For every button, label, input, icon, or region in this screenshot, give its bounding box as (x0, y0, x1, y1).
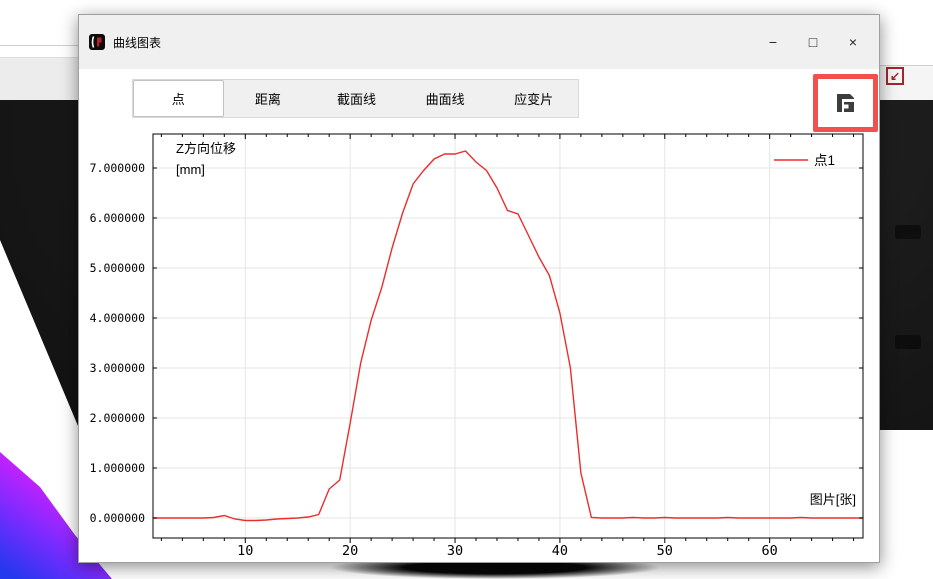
y-tick-label: 2.000000 (90, 411, 145, 425)
screen: ↙ 曲线图表 − □ × 点 距离 截面线 曲面线 应变片 (0, 0, 933, 579)
jump-arrow-icon[interactable]: ↙ (886, 67, 904, 85)
y-tick-label: 4.000000 (90, 311, 145, 325)
close-button[interactable]: × (833, 27, 873, 57)
x-tick-label: 60 (762, 543, 778, 559)
y-tick-label: 1.000000 (90, 461, 145, 475)
x-tick-label: 10 (237, 543, 253, 559)
y-tick-label: 6.000000 (90, 211, 145, 225)
y-tick-label: 0.000000 (90, 511, 145, 525)
maximize-button[interactable]: □ (793, 27, 833, 57)
dialog-title: 曲线图表 (113, 34, 161, 51)
minimize-button[interactable]: − (753, 27, 793, 57)
x-tick-label: 20 (342, 543, 358, 559)
y-tick-label: 5.000000 (90, 261, 145, 275)
curve-chart: 0.000000 1.000000 2.000000 3.000000 4.000000… (79, 83, 881, 564)
background-toolbar-icon (895, 335, 921, 349)
window-controls: − □ × (753, 27, 873, 57)
x-tick-label: 40 (552, 543, 568, 559)
jump-arrow-glyph: ↙ (890, 69, 900, 83)
legend-label: 点1 (814, 153, 835, 168)
y-axis-label: [mm] (176, 162, 205, 177)
plot-area (153, 134, 863, 538)
y-axis-label: Z方向位移 (176, 141, 236, 156)
x-tick-label: 50 (657, 543, 673, 559)
background-toolbar-icon (895, 225, 921, 239)
curve-chart-dialog: 曲线图表 − □ × 点 距离 截面线 曲面线 应变片 0.0000001.00… (78, 14, 880, 563)
y-tick-label: 3.000000 (90, 361, 145, 375)
y-tick-label: 7.000000 (90, 161, 145, 175)
series-line (151, 151, 864, 521)
app-logo-icon (89, 34, 105, 50)
x-tick-label: 30 (447, 543, 463, 559)
x-axis-label: 图片[张] (810, 492, 856, 507)
dialog-titlebar[interactable]: 曲线图表 − □ × (79, 15, 879, 69)
